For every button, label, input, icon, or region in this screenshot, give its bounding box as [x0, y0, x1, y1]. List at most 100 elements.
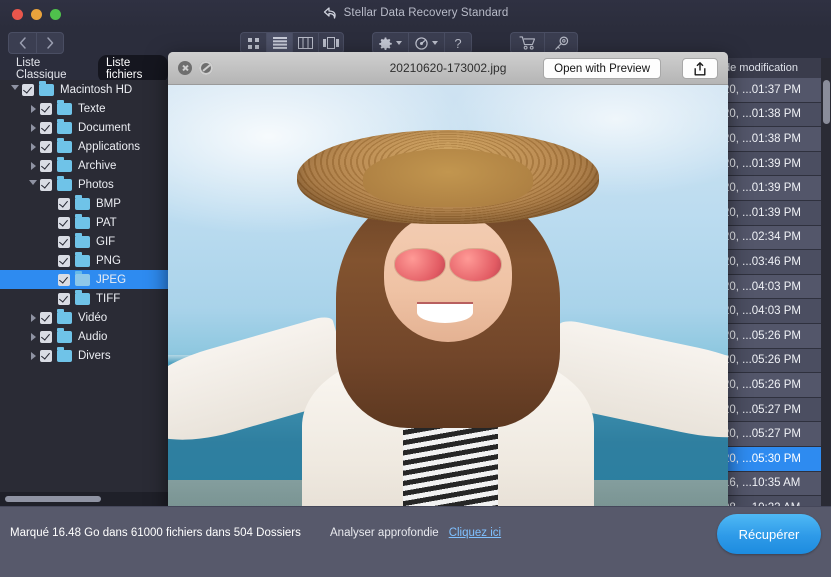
table-row[interactable]: 20, ...05:26 PM: [717, 324, 821, 349]
disclosure-triangle-icon[interactable]: [26, 180, 40, 189]
tree-item-checkbox[interactable]: [40, 331, 52, 343]
tree-horizontal-scrollbar[interactable]: [0, 492, 168, 506]
disclosure-triangle-icon[interactable]: [26, 352, 40, 360]
cell-date-modified: 20, ...05:30 PM: [723, 453, 801, 465]
tree-item-checkbox[interactable]: [58, 255, 70, 267]
tree-item-checkbox[interactable]: [40, 350, 52, 362]
coverflow-icon[interactable]: [318, 32, 344, 54]
preview-image: [168, 85, 728, 514]
file-list-scrollbar[interactable]: [823, 80, 830, 124]
table-row[interactable]: 20, ...04:03 PM: [717, 275, 821, 300]
back-arrow-icon[interactable]: [323, 7, 337, 20]
table-row[interactable]: 20, ...05:26 PM: [717, 349, 821, 374]
share-icon[interactable]: [682, 58, 718, 79]
icon-grid-icon[interactable]: [240, 32, 266, 54]
tree-item-macintosh-hd[interactable]: Macintosh HD: [0, 80, 168, 99]
tree-item-pat[interactable]: PAT: [0, 213, 168, 232]
forward-button[interactable]: [36, 32, 64, 54]
tree-item-label: Texte: [78, 103, 106, 115]
tree-item-checkbox[interactable]: [40, 141, 52, 153]
tab-liste-classique[interactable]: Liste Classique: [8, 55, 90, 83]
disclosure-triangle-icon[interactable]: [8, 85, 22, 94]
tree-item-label: Divers: [78, 350, 111, 362]
tree-item-label: PNG: [96, 255, 121, 267]
table-row[interactable]: 20, ...02:34 PM: [717, 226, 821, 251]
history-button[interactable]: [408, 32, 444, 54]
back-button[interactable]: [8, 32, 36, 54]
tree-item-label: Applications: [78, 141, 140, 153]
disclosure-triangle-icon[interactable]: [26, 314, 40, 322]
scan-summary: Marqué 16.48 Go dans 61000 fichiers dans…: [10, 525, 310, 541]
tree-item-gif[interactable]: GIF: [0, 232, 168, 251]
tree-item-label: JPEG: [96, 274, 126, 286]
tree-item-checkbox[interactable]: [40, 179, 52, 191]
cell-date-modified: 20, ...04:03 PM: [723, 281, 801, 293]
tree-item-document[interactable]: Document: [0, 118, 168, 137]
tree-item-checkbox[interactable]: [58, 293, 70, 305]
tree-item-checkbox[interactable]: [58, 217, 70, 229]
tree-item-archive[interactable]: Archive: [0, 156, 168, 175]
app-title: Stellar Data Recovery Standard: [344, 7, 509, 19]
columns-icon[interactable]: [292, 32, 318, 54]
table-row[interactable]: 20, ...01:39 PM: [717, 201, 821, 226]
table-row[interactable]: 20, ...05:30 PM: [717, 447, 821, 472]
tree-item-bmp[interactable]: BMP: [0, 194, 168, 213]
disclosure-triangle-icon[interactable]: [26, 124, 40, 132]
disclosure-triangle-icon[interactable]: [26, 162, 40, 170]
tree-item-audio[interactable]: Audio: [0, 327, 168, 346]
tree-item-vid-o[interactable]: Vidéo: [0, 308, 168, 327]
cart-icon[interactable]: [510, 32, 544, 54]
tree-item-checkbox[interactable]: [58, 274, 70, 286]
purchase-buttons: [510, 32, 578, 54]
tree-item-png[interactable]: PNG: [0, 251, 168, 270]
settings-button[interactable]: [372, 32, 408, 54]
tree-item-checkbox[interactable]: [22, 84, 34, 96]
table-row[interactable]: 20, ...04:03 PM: [717, 299, 821, 324]
recover-button[interactable]: Récupérer: [717, 514, 821, 554]
tree-item-label: GIF: [96, 236, 115, 248]
key-icon[interactable]: [544, 32, 578, 54]
folder-icon: [75, 293, 90, 305]
table-row[interactable]: 20, ...01:38 PM: [717, 103, 821, 128]
table-row[interactable]: 20, ...05:27 PM: [717, 422, 821, 447]
tree-item-applications[interactable]: Applications: [0, 137, 168, 156]
tree-item-label: Document: [78, 122, 130, 134]
deep-scan-link[interactable]: Cliquez ici: [449, 527, 501, 539]
list-icon[interactable]: [266, 32, 292, 54]
tree-item-checkbox[interactable]: [58, 198, 70, 210]
tree-item-tiff[interactable]: TIFF: [0, 289, 168, 308]
tree-item-photos[interactable]: Photos: [0, 175, 168, 194]
table-row[interactable]: 20, ...01:38 PM: [717, 127, 821, 152]
table-row[interactable]: 20, ...05:27 PM: [717, 398, 821, 423]
navigation-buttons: [8, 32, 64, 54]
tree-item-label: PAT: [96, 217, 117, 229]
open-with-preview-button[interactable]: Open with Preview: [543, 58, 661, 79]
tree-item-checkbox[interactable]: [40, 160, 52, 172]
cell-date-modified: 20, ...01:38 PM: [723, 108, 801, 120]
tree-item-jpeg[interactable]: JPEG: [0, 270, 168, 289]
tree-item-checkbox[interactable]: [40, 122, 52, 134]
cell-date-modified: 20, ...01:39 PM: [723, 158, 801, 170]
cell-date-modified: 20, ...05:26 PM: [723, 379, 801, 391]
help-button[interactable]: ?: [444, 32, 472, 54]
disclosure-triangle-icon[interactable]: [26, 333, 40, 341]
cell-date-modified: 20, ...05:27 PM: [723, 404, 801, 416]
table-row[interactable]: 08, ...10:22 AM: [717, 496, 821, 506]
column-header-date-modified[interactable]: de modification: [717, 58, 821, 78]
table-row[interactable]: 20, ...01:39 PM: [717, 152, 821, 177]
tab-liste-fichiers[interactable]: Liste fichiers: [98, 55, 168, 83]
table-row[interactable]: 20, ...01:37 PM: [717, 78, 821, 103]
tree-item-checkbox[interactable]: [40, 103, 52, 115]
disclosure-triangle-icon[interactable]: [26, 143, 40, 151]
tree-item-divers[interactable]: Divers: [0, 346, 168, 365]
table-row[interactable]: 20, ...01:39 PM: [717, 176, 821, 201]
disclosure-triangle-icon[interactable]: [26, 105, 40, 113]
tree-item-checkbox[interactable]: [40, 312, 52, 324]
table-row[interactable]: 16, ...10:35 AM: [717, 472, 821, 497]
table-row[interactable]: 20, ...03:46 PM: [717, 250, 821, 275]
tree-item-texte[interactable]: Texte: [0, 99, 168, 118]
tree-item-checkbox[interactable]: [58, 236, 70, 248]
folder-tree[interactable]: Macintosh HD Texte Document Applications Arc…: [0, 80, 168, 492]
table-row[interactable]: 20, ...05:26 PM: [717, 373, 821, 398]
folder-icon: [57, 122, 72, 134]
